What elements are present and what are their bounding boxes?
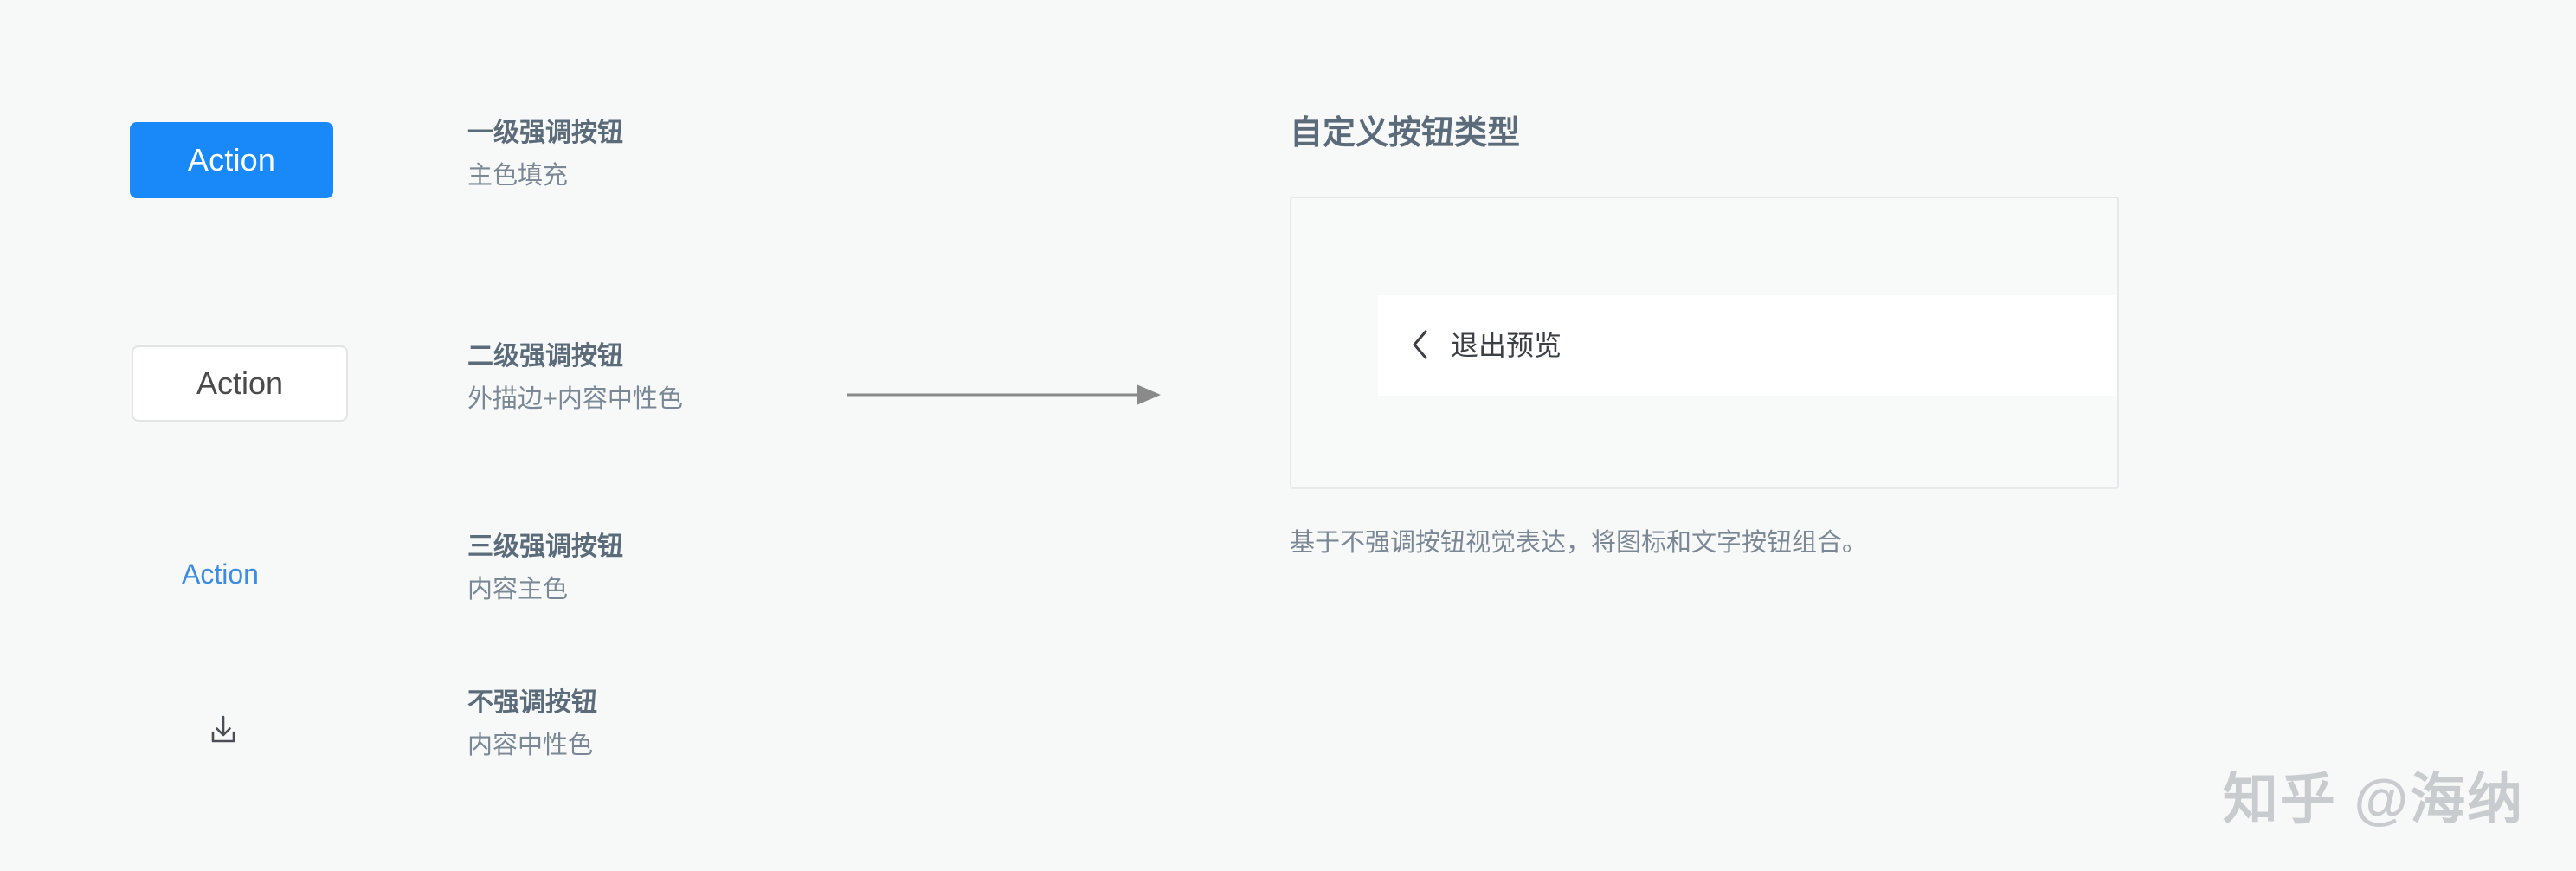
- spec-title-quiet: 不强调按钮: [467, 688, 597, 717]
- page-canvas: Action 一级强调按钮 主色填充 Action 二级强调按钮 外描边+内容中…: [0, 0, 2576, 871]
- spec-title-secondary: 二级强调按钮: [467, 342, 623, 371]
- spec-row-tertiary: Action 三级强调按钮 内容主色: [0, 509, 848, 639]
- exit-preview-label: 退出预览: [1451, 330, 1562, 362]
- tertiary-action-button[interactable]: Action: [182, 558, 259, 590]
- primary-action-button[interactable]: Action: [130, 122, 333, 198]
- preview-toolbar: 退出预览: [1378, 295, 2117, 397]
- preview-card: 退出预览: [1290, 197, 2119, 490]
- spec-text-primary: 一级强调按钮 主色填充: [467, 116, 831, 192]
- spec-subtitle-tertiary: 内容主色: [467, 575, 569, 603]
- spec-subtitle-quiet: 内容中性色: [467, 731, 594, 759]
- exit-preview-button[interactable]: 退出预览: [1406, 323, 1565, 369]
- spec-text-tertiary: 三级强调按钮 内容主色: [467, 530, 831, 606]
- spec-row-secondary: Action 二级强调按钮 外描边+内容中性色: [0, 319, 848, 448]
- spec-subtitle-secondary: 外描边+内容中性色: [467, 384, 683, 413]
- download-icon: [205, 712, 242, 748]
- spec-subtitle-primary: 主色填充: [467, 161, 569, 190]
- connector-arrow: [844, 369, 1164, 421]
- spec-row-primary: Action 一级强调按钮 主色填充: [0, 95, 848, 225]
- demo-cell-primary: Action: [130, 95, 441, 225]
- watermark: 知乎 @海纳: [2222, 768, 2524, 830]
- download-button[interactable]: [197, 704, 249, 756]
- arrow-right-icon: [844, 384, 1164, 424]
- spec-text-secondary: 二级强调按钮 外描边+内容中性色: [467, 339, 831, 416]
- demo-cell-secondary: Action: [130, 319, 441, 448]
- button-spec-list: Action 一级强调按钮 主色填充 Action 二级强调按钮 外描边+内容中…: [0, 0, 848, 871]
- secondary-action-button[interactable]: Action: [132, 345, 348, 422]
- spec-title-tertiary: 三级强调按钮: [467, 532, 623, 561]
- demo-cell-quiet: [130, 665, 441, 795]
- custom-button-type-panel: 自定义按钮类型 退出预览 基于不强调按钮视觉表达，将图标和文字按钮组合。: [1290, 113, 2155, 561]
- panel-title: 自定义按钮类型: [1290, 115, 1521, 152]
- spec-row-quiet: 不强调按钮 内容中性色: [0, 665, 848, 795]
- spec-title-primary: 一级强调按钮: [467, 119, 623, 147]
- chevron-left-icon: [1409, 328, 1432, 364]
- spec-text-quiet: 不强调按钮 内容中性色: [467, 686, 831, 762]
- panel-caption: 基于不强调按钮视觉表达，将图标和文字按钮组合。: [1290, 529, 1868, 558]
- demo-cell-tertiary: Action: [130, 509, 441, 639]
